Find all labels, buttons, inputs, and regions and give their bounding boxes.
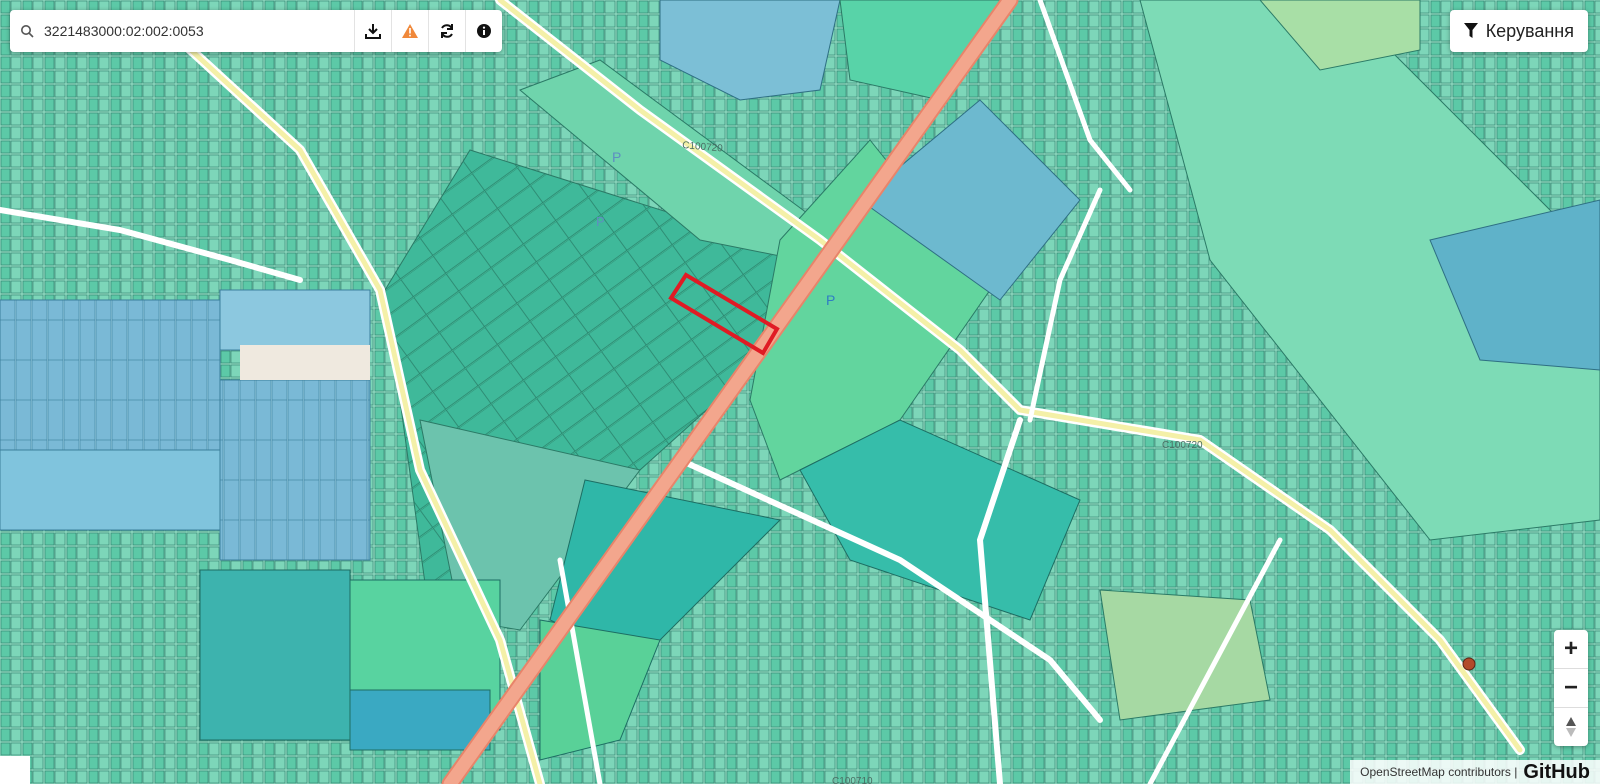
refresh-icon [441,24,453,38]
road-label-c100710: С100710 [832,776,873,784]
control-label: Керування [1485,20,1574,41]
warning-button[interactable] [391,10,428,52]
search-icon [10,24,44,38]
road-label-c100720-east: С100720 [1162,440,1203,451]
control-button[interactable]: Керування [1449,10,1588,52]
download-icon [365,24,381,39]
github-link[interactable]: GitHub [1523,761,1590,784]
poi-marker[interactable] [1462,657,1476,671]
zoom-in-button[interactable]: + [1554,630,1588,669]
info-icon [477,24,491,38]
cadastral-map[interactable]: С100720 С100720 С100710 P P P [0,0,1600,784]
parking-label: P [612,149,621,165]
search-bar [10,10,502,52]
search-input[interactable] [44,16,334,46]
reset-north-button[interactable] [1554,708,1588,746]
attribution: OpenStreetMap contributors | GitHub [1350,760,1600,784]
filter-icon [1463,23,1478,38]
refresh-button[interactable] [428,10,465,52]
corner-panel [0,756,30,784]
toolbar [354,10,502,52]
zoom-control: + − [1554,630,1588,746]
info-button[interactable] [465,10,502,52]
parking-label: P [596,214,605,229]
download-button[interactable] [354,10,391,52]
parking-label: P [826,292,835,308]
compass-icon [1566,717,1576,737]
warning-icon [402,24,418,38]
zoom-out-button[interactable]: − [1554,669,1588,708]
attribution-text[interactable]: OpenStreetMap contributors | [1360,765,1517,779]
